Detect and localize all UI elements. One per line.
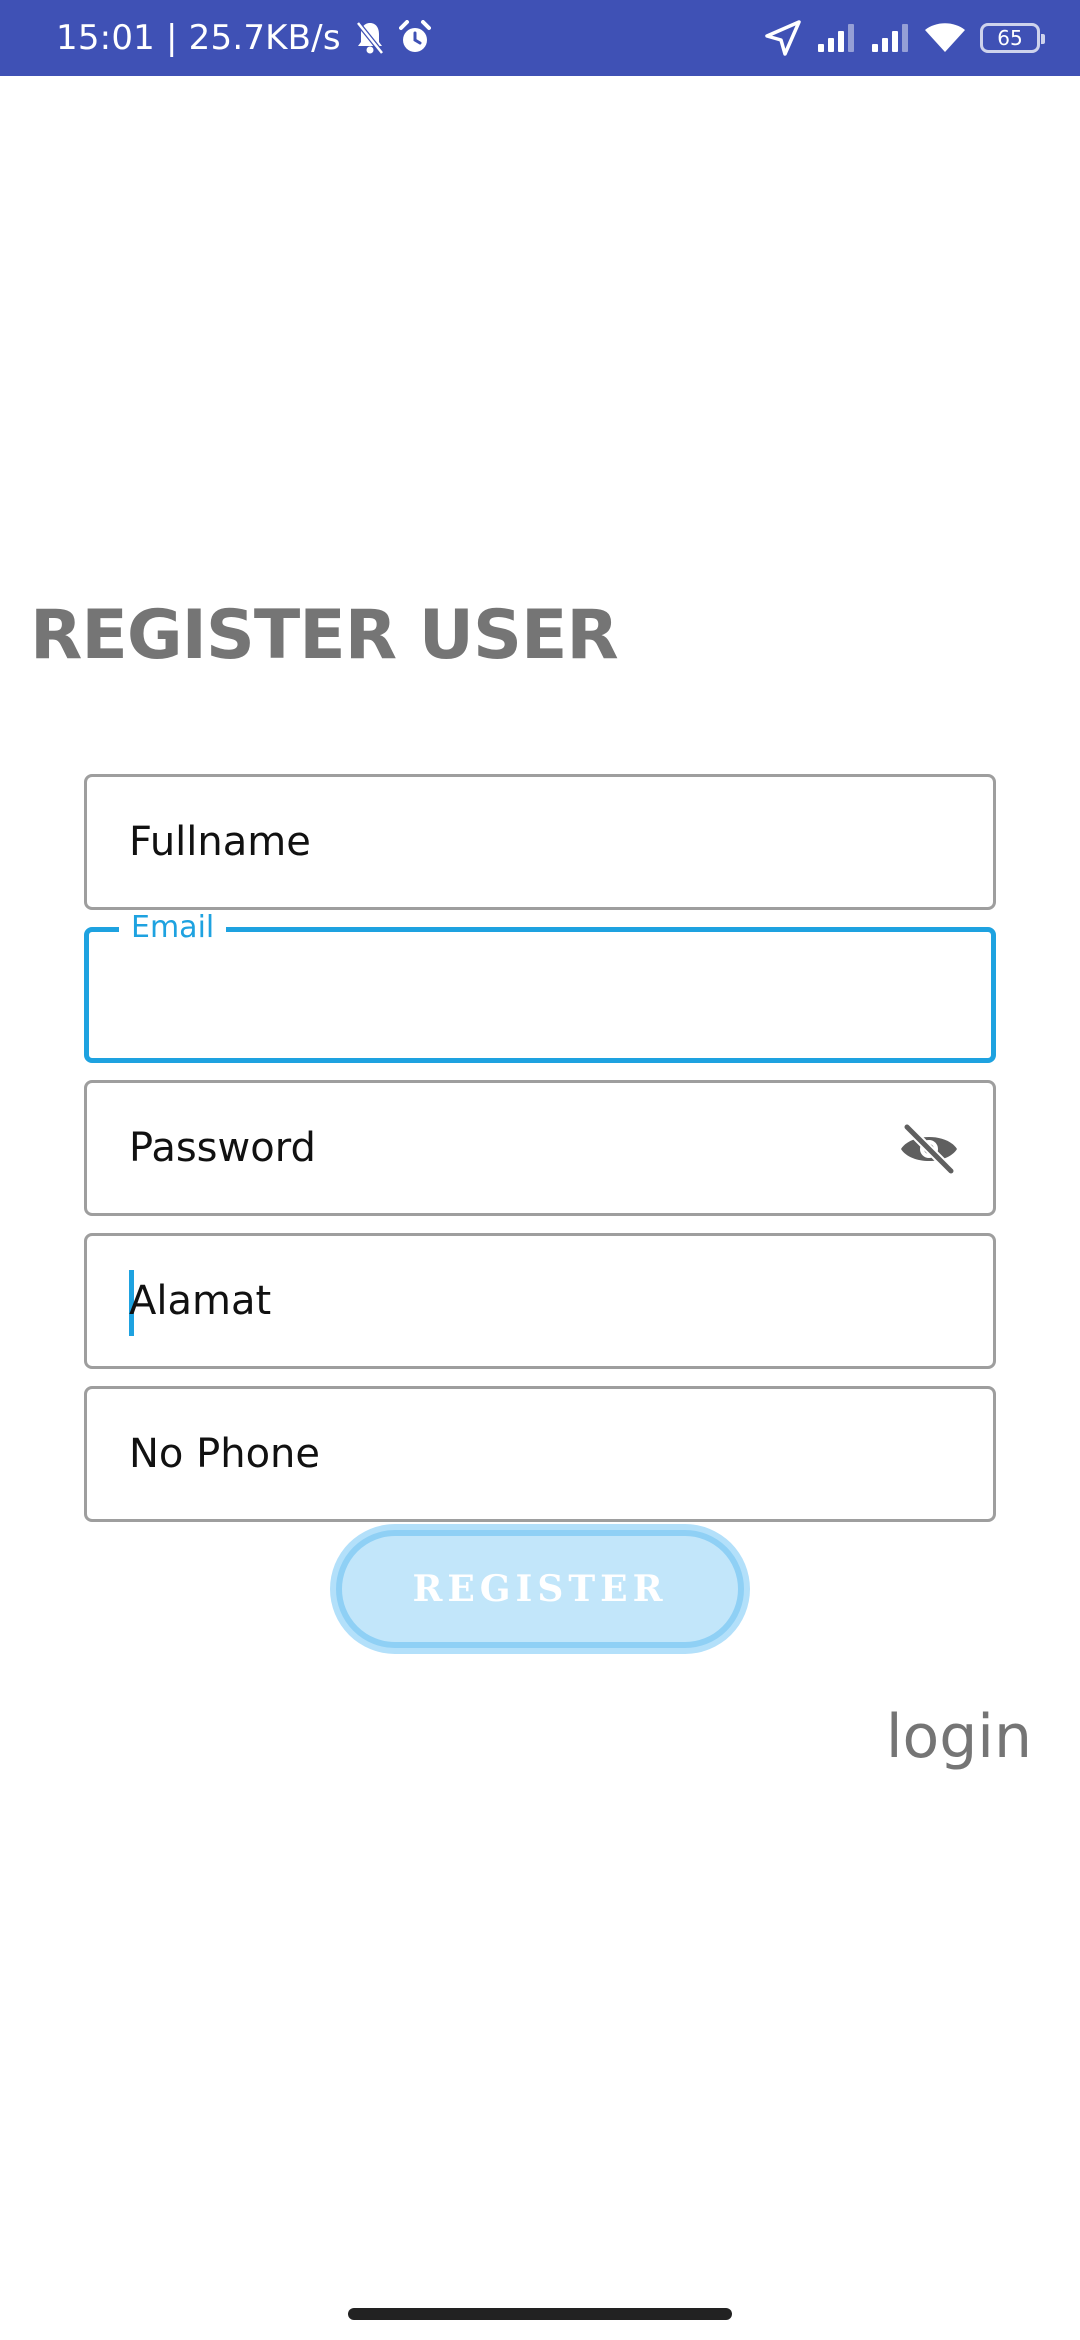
password-field[interactable]: Password [84,1080,996,1216]
phone-placeholder: No Phone [129,1431,321,1477]
eye-off-icon[interactable] [897,1117,961,1181]
fullname-placeholder: Fullname [129,819,311,865]
page-title: REGISTER USER [30,596,619,675]
bell-muted-icon [355,20,385,56]
address-placeholder: Alamat [129,1278,272,1324]
register-screen: 15:01 | 25.7KB/s 65 REGISTER USER Fullna… [0,0,1080,2340]
phone-field[interactable]: No Phone [84,1386,996,1522]
password-placeholder: Password [129,1125,316,1171]
status-bar: 15:01 | 25.7KB/s 65 [0,0,1080,76]
fullname-field[interactable]: Fullname [84,774,996,910]
battery-icon: 65 [980,23,1045,53]
signal-icon [816,22,856,54]
alarm-icon [398,20,431,56]
address-field[interactable]: Alamat [84,1233,996,1369]
register-button[interactable]: REGISTER [336,1530,744,1648]
email-field[interactable]: Email [84,910,996,1063]
home-indicator[interactable] [348,2308,732,2320]
signal-icon [870,22,910,54]
email-floating-label: Email [119,910,227,945]
status-left: 15:01 | 25.7KB/s [56,0,431,76]
status-time-speed: 15:01 | 25.7KB/s [56,18,341,58]
login-link[interactable]: login [886,1702,1032,1772]
wifi-icon [924,22,966,54]
location-arrow-icon [764,19,802,57]
status-right: 65 [764,0,1045,76]
